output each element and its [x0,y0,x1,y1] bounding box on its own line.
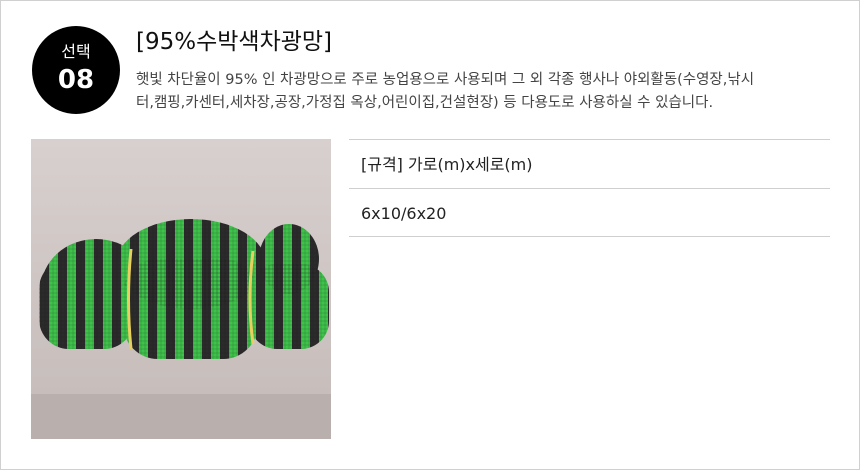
product-description: 햇빛 차단율이 95% 인 차광망으로 주로 농업용으로 사용되며 그 외 각종… [136,69,776,115]
option-badge: 선택 08 [32,26,120,114]
spec-value: 6x10/6x20 [349,188,830,237]
spec-header: [규격] 가로(m)x세로(m) [349,139,830,188]
rolled-net-center [116,219,266,359]
description-line: 햇빛 차단율이 95% 인 차광망으로 주로 농업용으로 사용되며 그 외 각종… [136,72,755,88]
spec-table: [규격] 가로(m)x세로(m) 6x10/6x20 [349,139,830,237]
option-badge-number: 08 [57,65,95,95]
option-badge-label: 선택 [61,42,91,61]
product-image [31,139,331,439]
product-title: [95%수박색차광망] [136,29,333,55]
description-line: 터,캠핑,카센터,세차장,공장,가정집 옥상,어린이집,건설현장) 등 다용도로… [136,95,714,111]
